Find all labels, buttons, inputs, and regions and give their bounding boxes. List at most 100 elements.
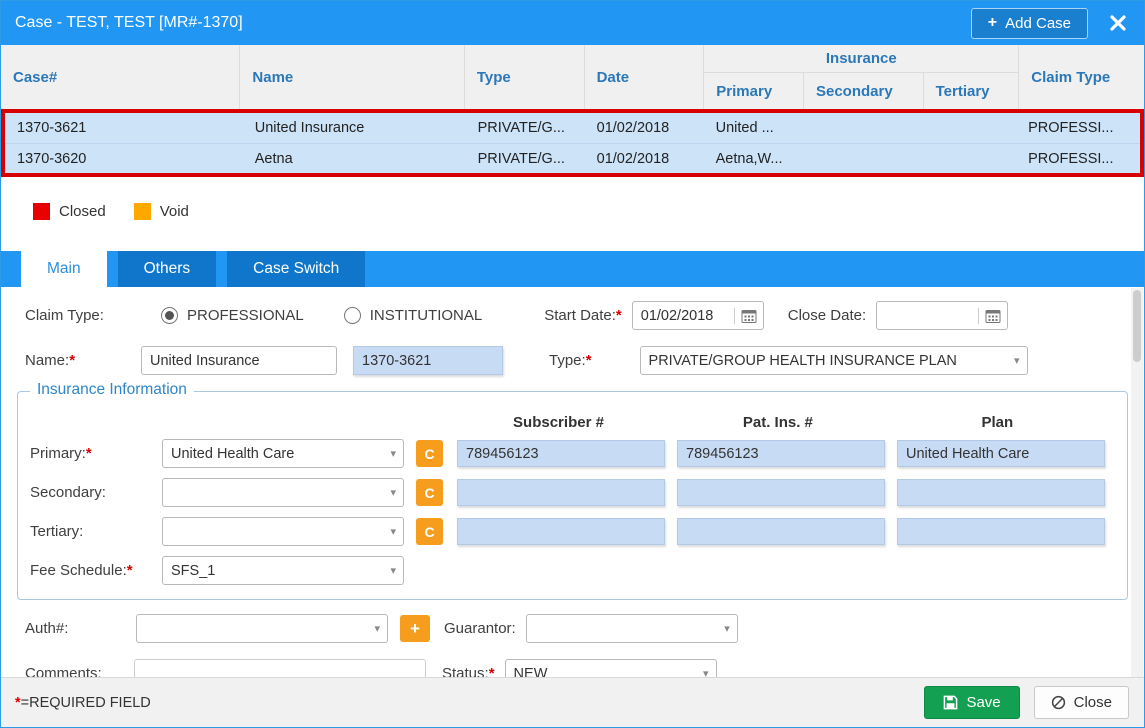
primary-label: Primary:*: [30, 445, 162, 462]
guarantor-label: Guarantor:: [444, 620, 516, 637]
column-header-secondary[interactable]: Secondary: [804, 73, 924, 109]
secondary-insurance-row: Secondary: ▾ C: [30, 478, 1113, 507]
fee-schedule-label: Fee Schedule:*: [30, 562, 162, 579]
primary-c-button[interactable]: C: [416, 440, 443, 467]
column-header-type[interactable]: Type: [465, 45, 585, 109]
case-window: Case - TEST, TEST [MR#-1370] + Add Case …: [0, 0, 1145, 728]
chevron-down-icon: ▾: [390, 447, 396, 460]
type-dropdown[interactable]: PRIVATE/GROUP HEALTH INSURANCE PLAN ▾: [640, 346, 1028, 375]
case-form: Claim Type: PROFESSIONAL INSTITUTIONAL S…: [1, 287, 1144, 688]
primary-pat-ins-input[interactable]: 789456123: [677, 440, 885, 467]
secondary-carrier-dropdown[interactable]: ▾: [162, 478, 404, 507]
primary-carrier-dropdown[interactable]: United Health Care ▾: [162, 439, 404, 468]
void-color-swatch: [134, 203, 151, 220]
chevron-down-icon: ▾: [1014, 354, 1020, 367]
chevron-down-icon: ▾: [390, 525, 396, 538]
insurance-information-title: Insurance Information: [30, 381, 194, 399]
column-header-tertiary[interactable]: Tertiary: [924, 73, 1019, 109]
close-button[interactable]: Close: [1034, 686, 1129, 719]
window-close-button[interactable]: [1108, 13, 1128, 33]
add-auth-button[interactable]: +: [400, 615, 430, 642]
tertiary-pat-ins-input[interactable]: [677, 518, 885, 545]
tab-bar: Main Others Case Switch: [1, 251, 1144, 287]
secondary-subscriber-input[interactable]: [457, 479, 665, 506]
radio-button-icon: [161, 307, 178, 324]
guarantor-dropdown[interactable]: ▾: [526, 614, 738, 643]
tertiary-carrier-dropdown[interactable]: ▾: [162, 517, 404, 546]
save-label: Save: [966, 694, 1000, 711]
scrollbar-thumb[interactable]: [1133, 290, 1141, 362]
secondary-pat-ins-input[interactable]: [677, 479, 885, 506]
save-button[interactable]: Save: [924, 686, 1019, 719]
close-x-icon: [1108, 13, 1128, 33]
auth-dropdown[interactable]: ▾: [136, 614, 388, 643]
name-input[interactable]: United Insurance: [141, 346, 337, 375]
close-date-label: Close Date:: [788, 307, 866, 324]
cell-name: Aetna: [243, 151, 466, 167]
column-group-insurance: Insurance Primary Secondary Tertiary: [704, 45, 1019, 109]
cell-primary: Aetna,W...: [704, 151, 803, 167]
column-header-case-number[interactable]: Case#: [1, 45, 240, 109]
case-row[interactable]: 1370-3620 Aetna PRIVATE/G... 01/02/2018 …: [5, 143, 1140, 173]
fee-schedule-dropdown[interactable]: SFS_1 ▾: [162, 556, 404, 585]
cell-primary: United ...: [704, 120, 803, 136]
primary-insurance-row: Primary:* United Health Care ▾ C 7894561…: [30, 439, 1113, 468]
chevron-down-icon: ▾: [390, 564, 396, 577]
cell-claim-type: PROFESSI...: [1016, 151, 1140, 167]
cell-date: 01/02/2018: [585, 151, 704, 167]
cancel-circle-icon: [1051, 695, 1066, 710]
case-number-field: 1370-3621: [353, 346, 503, 375]
type-label: Type:*: [549, 352, 592, 369]
tertiary-plan-field[interactable]: [897, 518, 1105, 545]
tab-others[interactable]: Others: [118, 251, 217, 287]
insurance-column-headers: Subscriber # Pat. Ins. # Plan: [30, 414, 1113, 431]
column-header-primary[interactable]: Primary: [704, 73, 804, 109]
auth-label: Auth#:: [25, 620, 136, 637]
case-row[interactable]: 1370-3621 United Insurance PRIVATE/G... …: [5, 113, 1140, 143]
claim-type-row: Claim Type: PROFESSIONAL INSTITUTIONAL S…: [25, 301, 1144, 330]
radio-institutional[interactable]: INSTITUTIONAL: [344, 307, 483, 324]
start-date-label: Start Date:*: [544, 307, 622, 324]
column-header-date[interactable]: Date: [585, 45, 705, 109]
window-title: Case - TEST, TEST [MR#-1370]: [15, 14, 971, 32]
chevron-down-icon: ▾: [374, 622, 380, 635]
tertiary-c-button[interactable]: C: [416, 518, 443, 545]
name-type-row: Name:* United Insurance 1370-3621 Type:*…: [25, 346, 1144, 375]
plan-header: Plan: [894, 414, 1101, 431]
secondary-c-button[interactable]: C: [416, 479, 443, 506]
name-label: Name:*: [25, 352, 141, 369]
cell-name: United Insurance: [243, 120, 466, 136]
primary-subscriber-input[interactable]: 789456123: [457, 440, 665, 467]
cell-date: 01/02/2018: [585, 120, 704, 136]
add-case-label: Add Case: [1005, 15, 1071, 32]
insurance-information-section: Insurance Information Subscriber # Pat. …: [17, 391, 1128, 600]
tab-case-switch[interactable]: Case Switch: [227, 251, 365, 287]
column-header-insurance: Insurance: [704, 45, 1018, 73]
cell-type: PRIVATE/G...: [466, 120, 585, 136]
chevron-down-icon: ▾: [724, 622, 730, 635]
case-grid-header: Case# Name Type Date Insurance Primary S…: [1, 45, 1144, 109]
secondary-label: Secondary:: [30, 484, 162, 501]
add-case-button[interactable]: + Add Case: [971, 8, 1088, 39]
tertiary-subscriber-input[interactable]: [457, 518, 665, 545]
required-field-note: *=REQUIRED FIELD: [15, 695, 151, 711]
secondary-plan-field[interactable]: [897, 479, 1105, 506]
closed-legend-label: Closed: [59, 203, 106, 220]
pat-ins-header: Pat. Ins. #: [674, 414, 881, 431]
radio-button-icon: [344, 307, 361, 324]
radio-professional[interactable]: PROFESSIONAL: [161, 307, 304, 324]
tab-main[interactable]: Main: [21, 251, 107, 287]
start-date-input[interactable]: 01/02/2018: [632, 301, 764, 330]
cell-claim-type: PROFESSI...: [1016, 120, 1140, 136]
close-date-input[interactable]: [876, 301, 1008, 330]
primary-plan-field[interactable]: United Health Care: [897, 440, 1105, 467]
column-header-claim-type[interactable]: Claim Type: [1019, 45, 1144, 109]
tertiary-insurance-row: Tertiary: ▾ C: [30, 517, 1113, 546]
cell-type: PRIVATE/G...: [466, 151, 585, 167]
vertical-scrollbar[interactable]: [1131, 288, 1143, 677]
calendar-icon[interactable]: [734, 308, 757, 324]
chevron-down-icon: ▾: [390, 486, 396, 499]
calendar-icon[interactable]: [978, 308, 1001, 324]
close-label: Close: [1074, 694, 1112, 711]
column-header-name[interactable]: Name: [240, 45, 464, 109]
